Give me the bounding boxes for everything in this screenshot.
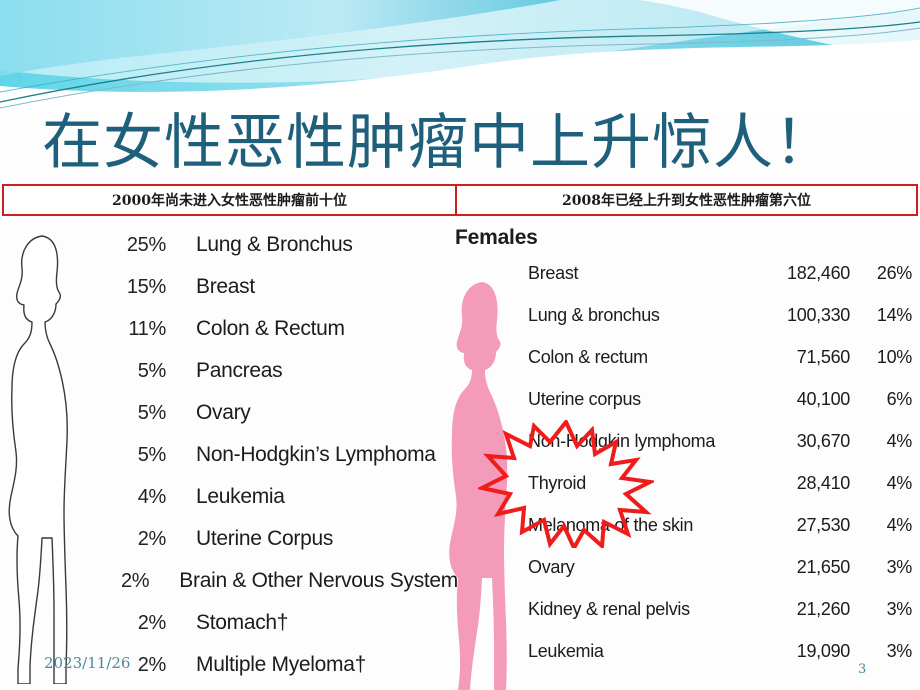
table-row: Uterine corpus 40,100 6% <box>450 378 920 420</box>
list-item: 2% Stomach† <box>108 602 458 644</box>
table-cell-name: Thyroid <box>528 472 586 493</box>
banner-swoosh-graphic <box>0 0 920 118</box>
list-item-pct: 4% <box>137 485 167 508</box>
caption-right-text: 2008年已经上升到女性恶性肿瘤第六位 <box>562 193 811 209</box>
list-item-label: Ovary <box>196 401 251 424</box>
list-item-pct: 5% <box>137 359 167 382</box>
table-cell-name: Uterine corpus <box>528 388 641 409</box>
table-cell-name: Colon & rectum <box>528 346 648 367</box>
list-item-label: Stomach† <box>196 611 289 634</box>
list-item: 15% Breast <box>108 266 458 308</box>
table-cell-count: 40,100 <box>796 388 851 409</box>
table-row: Lung & bronchus 100,330 14% <box>450 294 920 336</box>
table-cell-count: 182,460 <box>787 262 850 283</box>
table-row: Breast 182,460 26% <box>450 252 920 294</box>
list-item-label: Pancreas <box>196 359 283 382</box>
list-item-label: Non-Hodgkin’s Lymphoma <box>196 443 436 466</box>
list-item-pct: 5% <box>137 401 167 424</box>
caption-row: 2000年尚未进入女性恶性肿瘤前十位 2008年已经上升到女性恶性肿瘤第六位 <box>2 184 918 216</box>
table-cell-count: 30,670 <box>796 430 851 451</box>
list-item-label: Lung & Bronchus <box>196 233 353 256</box>
table-row: Leukemia 19,090 3% <box>450 630 920 672</box>
table-cell-name: Kidney & renal pelvis <box>528 598 690 619</box>
caption-box-2008: 2008年已经上升到女性恶性肿瘤第六位 <box>457 184 918 216</box>
table-cell-name: Leukemia <box>528 640 604 661</box>
list-item-pct: 2% <box>137 527 167 550</box>
list-item-pct: 5% <box>137 443 167 466</box>
table-cell-count: 21,260 <box>796 598 851 619</box>
table-cell-pct: 3% <box>886 556 913 577</box>
footer-date: 2023/11/26 <box>44 654 131 672</box>
table-cell-count: 27,530 <box>796 514 851 535</box>
table-cell-pct: 4% <box>886 514 913 535</box>
list-item-label: Colon & Rectum <box>196 317 345 340</box>
list-item: 4% Leukemia <box>108 476 458 518</box>
list-item: 11% Colon & Rectum <box>108 308 458 350</box>
table-row: Melanoma of the skin 27,530 4% <box>450 504 920 546</box>
list-item-pct: 2% <box>137 611 167 634</box>
table-row: Non-Hodgkin lymphoma 30,670 4% <box>450 420 920 462</box>
table-cell-count: 71,560 <box>796 346 851 367</box>
table-cell-pct: 6% <box>886 388 913 409</box>
table-cell-pct: 3% <box>886 640 913 661</box>
left-cancer-list: 25% Lung & Bronchus 15% Breast 11% Colon & … <box>108 224 458 686</box>
list-item: 25% Lung & Bronchus <box>108 224 458 266</box>
list-item: 2% Multiple Myeloma† <box>108 644 458 686</box>
table-cell-pct: 26% <box>876 262 912 283</box>
table-cell-name: Ovary <box>528 556 575 577</box>
table-cell-name: Melanoma of the skin <box>528 514 694 535</box>
list-item-label: Breast <box>196 275 255 298</box>
table-cell-count: 28,410 <box>796 472 851 493</box>
list-item: 2% Brain & Other Nervous System <box>108 560 458 602</box>
female-silhouette-outline-icon <box>8 235 68 684</box>
table-cell-name: Lung & bronchus <box>528 304 660 325</box>
decorative-banner <box>0 0 920 118</box>
table-cell-count: 21,650 <box>796 556 851 577</box>
page-title: 在女性恶性肿瘤中上升惊人！ <box>42 108 835 178</box>
table-cell-name: Non-Hodgkin lymphoma <box>528 430 716 451</box>
table-cell-pct: 10% <box>876 346 912 367</box>
table-cell-count: 19,090 <box>796 640 851 661</box>
females-table: Breast 182,460 26% Lung & bronchus 100,330 1… <box>450 252 920 672</box>
table-cell-pct: 4% <box>886 430 913 451</box>
list-item-label: Leukemia <box>196 485 285 508</box>
list-item-label: Multiple Myeloma† <box>196 653 366 676</box>
list-item-pct: 11% <box>128 317 166 340</box>
list-item: 5% Non-Hodgkin’s Lymphoma <box>108 434 458 476</box>
list-item-label: Uterine Corpus <box>196 527 334 550</box>
list-item-label: Brain & Other Nervous System <box>179 569 458 592</box>
footer-page-number: 3 <box>858 662 867 677</box>
table-row-thyroid: Thyroid 28,410 4% <box>450 462 920 504</box>
list-item: 5% Ovary <box>108 392 458 434</box>
table-cell-pct: 4% <box>886 472 913 493</box>
list-item-pct: 2% <box>120 569 150 592</box>
caption-left-text: 2000年尚未进入女性恶性肿瘤前十位 <box>112 193 347 209</box>
females-heading: Females <box>455 226 538 249</box>
table-cell-count: 100,330 <box>787 304 850 325</box>
slide-canvas: 在女性恶性肿瘤中上升惊人！ 2000年尚未进入女性恶性肿瘤前十位 2008年已经… <box>0 0 920 690</box>
table-row: Kidney & renal pelvis 21,260 3% <box>450 588 920 630</box>
table-row: Colon & rectum 71,560 10% <box>450 336 920 378</box>
list-item-pct: 15% <box>126 275 166 298</box>
table-cell-pct: 14% <box>876 304 912 325</box>
list-item-pct: 25% <box>126 233 166 256</box>
table-cell-pct: 3% <box>886 598 913 619</box>
table-cell-name: Breast <box>528 262 579 283</box>
list-item: 2% Uterine Corpus <box>108 518 458 560</box>
table-row: Ovary 21,650 3% <box>450 546 920 588</box>
list-item: 5% Pancreas <box>108 350 458 392</box>
caption-box-2000: 2000年尚未进入女性恶性肿瘤前十位 <box>2 184 457 216</box>
